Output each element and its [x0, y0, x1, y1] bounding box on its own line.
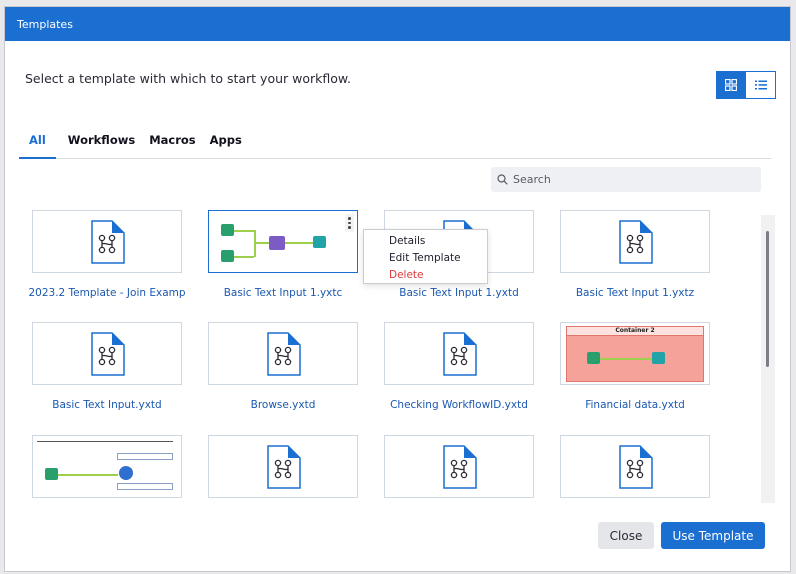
file-workflow-icon — [91, 219, 125, 264]
template-name: Browse.yxtd — [250, 399, 316, 411]
menu-item-edit-template[interactable]: Edit Template — [364, 251, 487, 268]
menu-item-details[interactable]: Details — [364, 234, 487, 251]
template-thumbnail — [208, 210, 358, 273]
file-workflow-icon — [619, 219, 653, 264]
template-thumbnail — [560, 210, 710, 273]
grid-icon — [725, 79, 737, 91]
template-card[interactable]: Container 2 Financial data.yxtd — [547, 322, 723, 413]
use-template-button[interactable]: Use Template — [661, 522, 765, 549]
template-name: Basic Text Input 1.yxtc — [223, 287, 343, 299]
template-thumbnail — [208, 435, 358, 498]
template-thumbnail — [32, 210, 182, 273]
template-card[interactable]: Basic Text Input.yxtd — [19, 322, 195, 413]
template-card[interactable]: Browse.yxtd — [195, 322, 371, 413]
container-preview: Container 2 — [566, 326, 704, 382]
template-thumbnail — [384, 435, 534, 498]
template-card[interactable] — [371, 435, 547, 498]
template-name: Basic Text Input 1.yxtd — [399, 287, 519, 299]
file-workflow-icon — [443, 444, 477, 489]
template-thumbnail — [32, 322, 182, 385]
file-workflow-icon — [443, 331, 477, 376]
template-card[interactable]: Checking WorkflowID.yxtd — [371, 322, 547, 413]
more-options-icon[interactable] — [345, 214, 354, 232]
tab-macros[interactable]: Macros — [147, 131, 197, 159]
list-icon — [754, 80, 767, 90]
grid-scrollbar[interactable] — [761, 215, 775, 503]
connector — [285, 242, 313, 244]
view-toggle — [716, 71, 776, 99]
close-button[interactable]: Close — [598, 522, 654, 549]
template-card[interactable]: Basic Text Input 1.yxtz — [547, 210, 723, 301]
tab-apps[interactable]: Apps — [208, 131, 244, 159]
file-workflow-icon — [91, 331, 125, 376]
connector — [234, 230, 254, 232]
menu-item-delete[interactable]: Delete — [364, 268, 487, 285]
connector — [58, 474, 118, 476]
template-thumbnail — [208, 322, 358, 385]
template-thumbnail — [32, 435, 182, 498]
dialog-footer: Close Use Template — [5, 503, 790, 571]
connector — [255, 242, 269, 244]
template-name: Basic Text Input.yxtd — [52, 399, 162, 411]
annotated-workflow-preview — [37, 439, 177, 495]
template-thumbnail — [384, 322, 534, 385]
grid-view-button[interactable] — [716, 71, 746, 99]
search-box — [491, 167, 761, 192]
file-workflow-icon — [267, 331, 301, 376]
template-name: 2023.2 Template - Join Examp — [28, 287, 186, 299]
browse-node-icon — [652, 352, 665, 364]
tab-all[interactable]: All — [19, 131, 56, 159]
templates-dialog: Templates Select a template with which t… — [4, 6, 791, 572]
template-card[interactable] — [19, 435, 195, 498]
template-card[interactable]: 2023.2 Template - Join Examp — [19, 210, 195, 301]
file-workflow-icon — [619, 444, 653, 489]
browse-node-icon — [313, 236, 326, 248]
file-workflow-icon — [267, 444, 301, 489]
template-thumbnail: Container 2 — [560, 322, 710, 385]
connector — [234, 256, 254, 258]
workflow-preview — [209, 211, 359, 274]
template-name: Checking WorkflowID.yxtd — [390, 399, 528, 411]
template-name: Basic Text Input 1.yxtz — [575, 287, 695, 299]
formula-node-icon — [119, 466, 133, 480]
template-card[interactable] — [547, 435, 723, 498]
connector — [254, 230, 256, 257]
search-input[interactable] — [513, 173, 743, 186]
container-title: Container 2 — [567, 327, 703, 336]
template-thumbnail — [560, 435, 710, 498]
page-subtitle: Select a template with which to start yo… — [25, 71, 351, 86]
window-title: Templates — [5, 7, 790, 41]
template-card[interactable] — [195, 435, 371, 498]
input-node-icon — [45, 468, 58, 480]
template-name: Financial data.yxtd — [585, 399, 685, 411]
connector — [600, 358, 652, 360]
template-card-selected[interactable]: Basic Text Input 1.yxtc — [195, 210, 371, 301]
tab-workflows[interactable]: Workflows — [66, 131, 137, 159]
template-tabs: All Workflows Macros Apps — [19, 131, 771, 159]
join-node-icon — [269, 236, 285, 250]
scrollbar-thumb[interactable] — [766, 231, 769, 367]
context-menu: Details Edit Template Delete — [363, 229, 488, 284]
input-node-icon — [221, 224, 234, 236]
input-node-icon — [221, 250, 234, 262]
list-view-button[interactable] — [746, 71, 776, 99]
search-icon — [497, 174, 508, 185]
input-node-icon — [587, 352, 600, 364]
